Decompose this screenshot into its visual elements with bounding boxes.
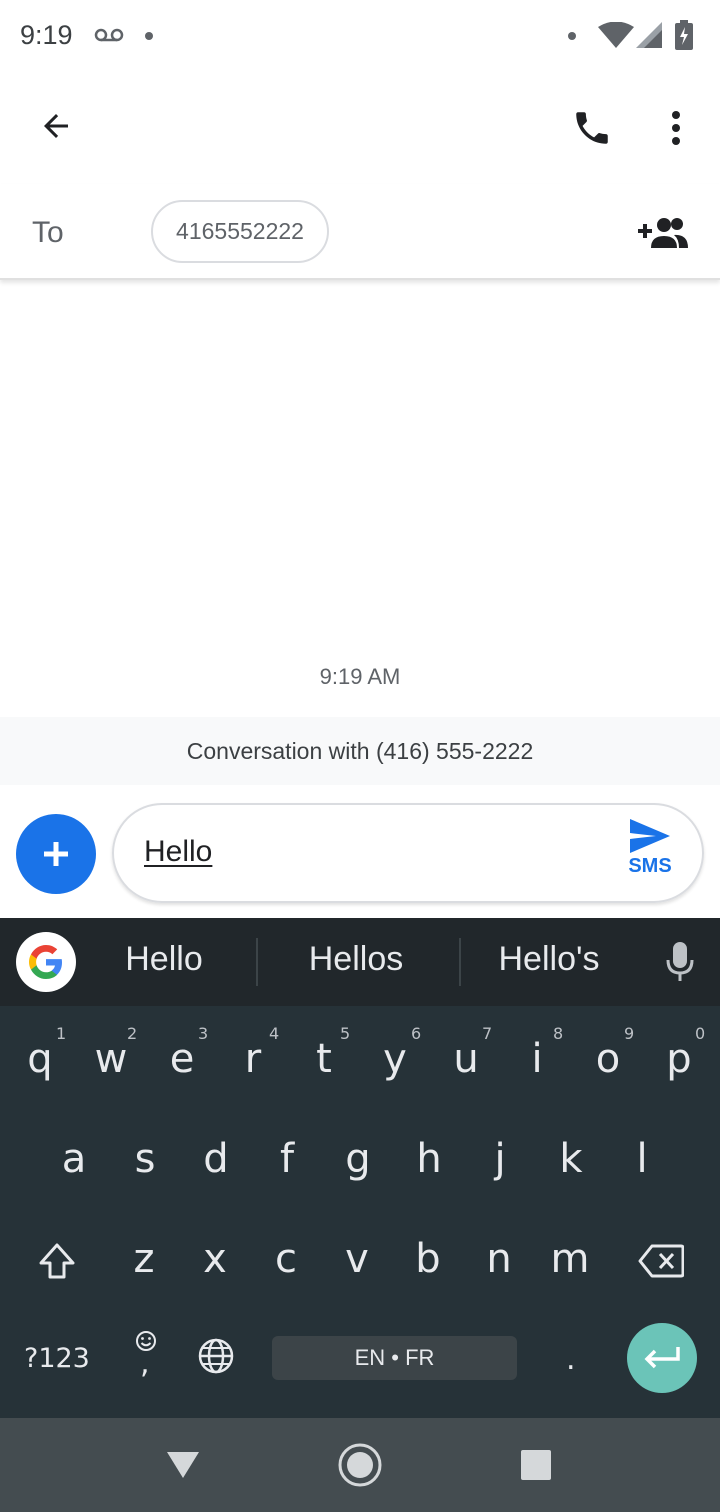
emoji-comma-key[interactable]: ,	[128, 1330, 164, 1390]
voicemail-icon	[94, 28, 124, 42]
back-triangle-icon	[167, 1452, 199, 1478]
shift-key[interactable]	[34, 1238, 80, 1284]
key-x[interactable]: x	[190, 1236, 240, 1282]
more-vert-icon	[672, 111, 680, 145]
nav-recents-button[interactable]	[511, 1440, 561, 1490]
arrow-left-icon	[44, 114, 68, 138]
add-recipient-button[interactable]	[632, 208, 696, 258]
key-s[interactable]: s	[120, 1136, 170, 1182]
shift-icon	[39, 1243, 75, 1279]
add-person-icon	[638, 218, 688, 248]
compose-area: Hello SMS	[0, 785, 720, 918]
microphone-icon[interactable]	[664, 942, 696, 982]
key-hint: 1	[56, 1024, 67, 1043]
nav-back-button[interactable]	[158, 1440, 208, 1490]
enter-key[interactable]	[627, 1323, 697, 1393]
key-c[interactable]: c	[261, 1236, 311, 1282]
key-d[interactable]: d	[191, 1136, 241, 1182]
home-circle-icon	[338, 1443, 382, 1487]
suggestion-1[interactable]: Hello	[92, 940, 236, 979]
symbols-key[interactable]: ?123	[24, 1343, 90, 1374]
send-sms-button[interactable]: SMS	[620, 819, 680, 889]
notification-dot-icon	[145, 32, 153, 40]
key-z[interactable]: z	[119, 1236, 169, 1282]
suggestion-strip: Hello Hellos Hello's	[0, 918, 720, 1006]
message-text: Hello	[144, 835, 213, 868]
key-v[interactable]: v	[332, 1236, 382, 1282]
recents-square-icon	[521, 1450, 551, 1480]
suggestion-3[interactable]: Hello's	[474, 940, 624, 979]
globe-icon	[198, 1338, 234, 1374]
key-f[interactable]: f	[262, 1136, 312, 1182]
key-h[interactable]: h	[404, 1136, 454, 1182]
phone-icon	[576, 112, 608, 144]
google-logo-icon[interactable]	[16, 932, 76, 992]
status-bar: 9:19	[0, 0, 720, 72]
message-timestamp: 9:19 AM	[319, 664, 401, 689]
send-label: SMS	[628, 855, 672, 877]
comma-key-label: ,	[140, 1346, 150, 1381]
message-input[interactable]: Hello SMS	[112, 803, 704, 903]
recipient-row: To 4165552222	[0, 184, 720, 280]
status-dot-icon	[568, 32, 576, 40]
key-hint: 9	[624, 1024, 635, 1043]
key-j[interactable]: j	[475, 1136, 525, 1182]
period-key[interactable]: .	[566, 1342, 576, 1377]
soft-keyboard: Hello Hellos Hello's q1w2e3r4t5y6u7i8o9p…	[0, 918, 720, 1418]
suggestion-divider	[256, 938, 258, 986]
send-icon	[630, 819, 670, 853]
conversation-banner: Conversation with (416) 555-2222	[0, 717, 720, 785]
message-list	[0, 283, 720, 717]
language-key[interactable]	[194, 1334, 238, 1378]
key-hint: 7	[482, 1024, 493, 1043]
system-nav-bar	[0, 1418, 720, 1512]
suggestion-2[interactable]: Hellos	[276, 940, 436, 979]
attach-button[interactable]	[16, 814, 96, 894]
back-button[interactable]	[28, 98, 84, 154]
to-label: To	[32, 216, 64, 249]
recipient-chip[interactable]: 4165552222	[151, 200, 329, 263]
key-hint: 8	[553, 1024, 564, 1043]
key-hint: 3	[198, 1024, 209, 1043]
key-hint: 5	[340, 1024, 351, 1043]
key-g[interactable]: g	[333, 1136, 383, 1182]
key-n[interactable]: n	[474, 1236, 524, 1282]
backspace-key[interactable]	[636, 1238, 686, 1284]
space-key[interactable]: EN • FR	[272, 1336, 517, 1380]
app-toolbar	[0, 72, 720, 184]
key-l[interactable]: l	[617, 1136, 667, 1182]
key-hint: 6	[411, 1024, 422, 1043]
nav-home-button[interactable]	[335, 1440, 385, 1490]
call-button[interactable]	[562, 98, 622, 158]
key-hint: 4	[269, 1024, 280, 1043]
more-options-button[interactable]	[652, 98, 700, 158]
wifi-icon	[598, 22, 634, 48]
plus-icon	[44, 842, 68, 866]
key-hint: 2	[127, 1024, 138, 1043]
status-time: 9:19	[20, 20, 73, 50]
battery-charging-icon	[675, 20, 693, 50]
key-hint: 0	[695, 1024, 706, 1043]
signal-icon	[636, 22, 662, 48]
backspace-icon	[638, 1244, 684, 1278]
enter-icon	[644, 1347, 680, 1369]
key-a[interactable]: a	[49, 1136, 99, 1182]
suggestion-divider	[459, 938, 461, 986]
key-k[interactable]: k	[546, 1136, 596, 1182]
key-m[interactable]: m	[545, 1236, 595, 1282]
key-b[interactable]: b	[403, 1236, 453, 1282]
